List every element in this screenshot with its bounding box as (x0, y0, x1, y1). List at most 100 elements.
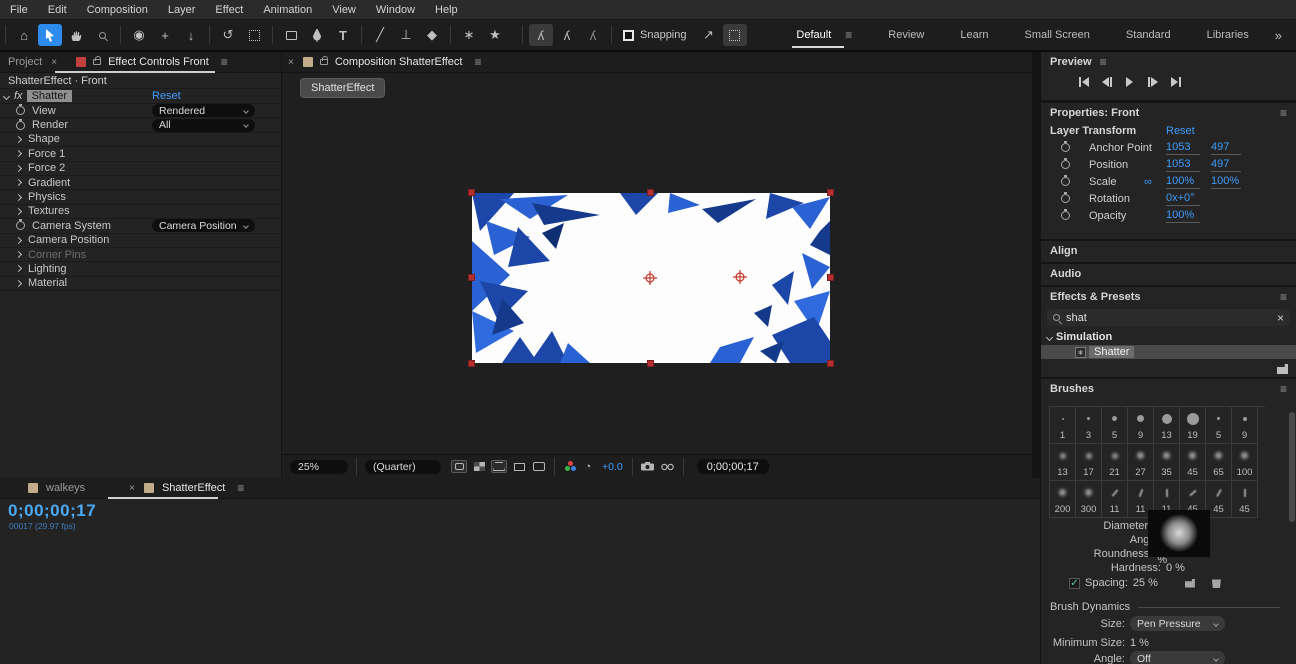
menu-item[interactable]: Effect (205, 4, 253, 16)
stopwatch-icon[interactable] (1061, 177, 1070, 186)
show-snapshot-glasses-icon[interactable] (660, 460, 676, 473)
property-value-y[interactable]: 497 (1211, 141, 1241, 155)
effect-property-row[interactable]: Force 2 (0, 162, 281, 176)
spacing-checkbox[interactable]: ✓ (1069, 578, 1080, 589)
effect-item-shatter[interactable]: ∗ Shatter (1041, 345, 1296, 359)
transform-property-row[interactable]: Scale ∞ 100% 100% (1041, 173, 1296, 190)
property-value-x[interactable]: 1053 (1166, 158, 1200, 172)
selection-handle[interactable] (827, 189, 834, 196)
clone-stamp-tool[interactable]: ⊥ (394, 24, 418, 46)
close-tab-icon[interactable]: × (129, 483, 135, 494)
tab-walkeys[interactable]: walkeys (46, 482, 85, 494)
puppet-position-pin-tool[interactable]: ʎ (529, 24, 553, 46)
expand-chevron-icon[interactable] (15, 251, 22, 258)
effect-header-row[interactable]: fx Shatter Reset (0, 89, 281, 104)
effect-property-row[interactable]: Camera Position (0, 234, 281, 248)
stopwatch-icon[interactable] (16, 121, 25, 130)
brush-preset[interactable]: 11 (1102, 481, 1128, 518)
tab-composition[interactable]: Composition ShatterEffect (335, 56, 463, 68)
snapping-control[interactable]: Snapping (623, 29, 687, 41)
workspace-overflow-chevron[interactable]: » (1275, 28, 1282, 43)
selection-handle[interactable] (827, 274, 834, 281)
brush-preset[interactable]: 35 (1154, 444, 1180, 481)
workspace-tab[interactable]: Review ≡ (870, 24, 942, 46)
menu-item[interactable]: View (322, 4, 366, 16)
transform-property-row[interactable]: Position ∞ 1053 497 (1041, 156, 1296, 173)
last-frame-button[interactable] (1167, 75, 1184, 89)
puppet-bend-pin-tool[interactable]: ʎ (581, 24, 605, 46)
brush-property-value[interactable]: 0 % (1166, 562, 1185, 574)
snapshot-camera-icon[interactable] (640, 460, 656, 473)
fast-previews-icon[interactable] (451, 460, 467, 473)
channel-rgb-icon[interactable] (564, 461, 578, 473)
brush-preset[interactable]: 45 (1180, 444, 1206, 481)
close-tab-icon[interactable]: × (288, 57, 294, 68)
brush-tool[interactable]: ╱ (368, 24, 392, 46)
composition-canvas[interactable] (472, 193, 830, 363)
property-dropdown[interactable]: All (152, 119, 255, 132)
spacing-row[interactable]: ✓ Spacing: 25 % (1069, 576, 1221, 590)
transform-reset-link[interactable]: Reset (1166, 125, 1195, 137)
brush-preset[interactable]: 13 (1050, 444, 1076, 481)
brush-preset[interactable]: 21 (1102, 444, 1128, 481)
menu-item[interactable]: Composition (77, 4, 158, 16)
stopwatch-icon[interactable] (16, 221, 25, 230)
brush-preset[interactable]: 200 (1050, 481, 1076, 518)
audio-panel[interactable]: Audio (1041, 264, 1296, 285)
panel-scrollbar[interactable] (1289, 412, 1295, 522)
reset-link[interactable]: Reset (152, 90, 181, 102)
expand-chevron-icon[interactable] (15, 208, 22, 215)
region-of-interest-icon[interactable] (491, 460, 507, 473)
transform-property-row[interactable]: Rotation ∞ 0x+0° (1041, 190, 1296, 207)
property-value-y[interactable]: 100% (1211, 175, 1241, 189)
orbit-camera-tool[interactable]: ◉ (127, 24, 151, 46)
panel-menu-icon[interactable]: ≡ (1280, 106, 1287, 120)
category-simulation[interactable]: Simulation (1041, 329, 1296, 345)
transparency-grid-icon[interactable] (471, 460, 487, 473)
menu-item[interactable]: Animation (253, 4, 322, 16)
guides-icon[interactable] (531, 460, 547, 473)
size-dropdown[interactable]: Pen Pressure (1130, 616, 1225, 631)
expand-chevron-icon[interactable] (15, 179, 22, 186)
tab-effect-controls[interactable]: Effect Controls Front (108, 56, 209, 68)
workspace-tab[interactable]: Learn ≡ (942, 24, 1006, 46)
effect-property-row[interactable]: Render All (0, 118, 281, 132)
camera-tool[interactable] (242, 24, 266, 46)
property-dropdown[interactable]: Rendered (152, 104, 255, 117)
stopwatch-icon[interactable] (1061, 211, 1070, 220)
property-value-y[interactable]: 497 (1211, 158, 1241, 172)
selection-handle[interactable] (468, 360, 475, 367)
brush-preset[interactable]: 300 (1076, 481, 1102, 518)
property-value-x[interactable]: 0x+0° (1166, 192, 1200, 206)
mask-visibility-icon[interactable] (511, 460, 527, 473)
effects-search-input[interactable] (1066, 312, 1236, 324)
menu-item[interactable]: Window (366, 4, 425, 16)
workspace-menu-icon[interactable]: ≡ (845, 28, 852, 42)
expand-chevron-icon[interactable] (15, 136, 22, 143)
selection-tool[interactable] (38, 24, 62, 46)
brush-preset[interactable]: 27 (1128, 444, 1154, 481)
selection-handle[interactable] (468, 274, 475, 281)
snap-feature-icon[interactable] (723, 24, 747, 46)
expand-chevron-icon[interactable] (15, 165, 22, 172)
property-value-x[interactable]: 100% (1166, 175, 1200, 189)
brush-preset[interactable]: 1 (1050, 407, 1076, 444)
angle-dropdown[interactable]: Off (1130, 651, 1225, 664)
dolly-camera-tool[interactable]: ↓ (179, 24, 203, 46)
eraser-tool[interactable]: ◆ (420, 24, 444, 46)
first-frame-button[interactable] (1075, 75, 1092, 89)
transform-property-row[interactable]: Anchor Point ∞ 1053 497 (1041, 139, 1296, 156)
exposure-value[interactable]: +0.0 (602, 461, 623, 473)
preview-timecode[interactable]: 0;00;00;17 (697, 459, 769, 474)
brush-preset[interactable]: 9 (1232, 407, 1258, 444)
panel-menu-icon[interactable]: ≡ (1280, 290, 1287, 304)
delete-brush-icon[interactable] (1212, 578, 1221, 588)
stopwatch-icon[interactable] (1061, 143, 1070, 152)
brush-property-row[interactable]: Hardness: 0 % (1056, 561, 1186, 575)
effect-property-row[interactable]: Lighting (0, 262, 281, 276)
effect-property-row[interactable]: Physics (0, 190, 281, 204)
brush-preset[interactable]: 65 (1206, 444, 1232, 481)
puppet-starch-pin-tool[interactable]: ʎ (555, 24, 579, 46)
brush-preset[interactable]: 5 (1206, 407, 1232, 444)
snap-line-icon[interactable]: ↗ (697, 24, 721, 46)
